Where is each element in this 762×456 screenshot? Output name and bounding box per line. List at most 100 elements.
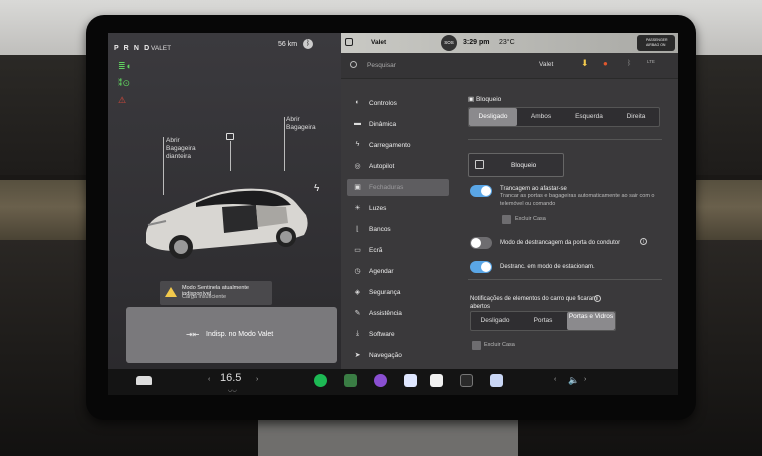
nav-item-agendar[interactable]: ◷ Agendar bbox=[347, 263, 449, 280]
sentry-warning: Modo Sentinela atualmente indisponível C… bbox=[160, 281, 272, 305]
lock-button-label: Bloqueio bbox=[511, 162, 537, 169]
search-input[interactable]: Pesquisar bbox=[367, 62, 396, 69]
nav-item-luzes[interactable]: ☀ Luzes bbox=[347, 200, 449, 217]
energy-app-icon[interactable] bbox=[344, 374, 357, 387]
segment-direita[interactable]: Direita bbox=[613, 108, 659, 126]
volume-icon[interactable]: 🔈 bbox=[568, 375, 579, 386]
driver-door-unlock-toggle[interactable] bbox=[470, 237, 492, 249]
status-bar: Valet SOS 3:29 pm 23°C PASSENGER AIRBAG … bbox=[341, 33, 678, 53]
status-valet: Valet bbox=[371, 39, 387, 46]
notifications-segmented: Desligado Portas Portas e Vidros bbox=[470, 311, 616, 331]
info-icon[interactable]: i bbox=[640, 238, 647, 245]
nav-label: Bancos bbox=[369, 226, 391, 233]
car-icon[interactable] bbox=[136, 376, 152, 385]
nav-label: Software bbox=[369, 331, 395, 338]
speed-limit-sign: SOS bbox=[441, 35, 457, 51]
nav-label: Assistência bbox=[369, 310, 402, 317]
clock: 3:29 pm bbox=[463, 39, 490, 46]
display-icon: ▭ bbox=[354, 247, 361, 254]
notifications-title: Notificações de elementos do carro que f… bbox=[470, 296, 598, 310]
nav-label: Agendar bbox=[369, 268, 394, 275]
driver-door-title: Modo de destrancagem da porta do conduto… bbox=[500, 240, 621, 246]
nav-label: Controlos bbox=[369, 100, 397, 107]
nav-label: Autopilot bbox=[369, 163, 395, 170]
gear-indicator: P R N D bbox=[114, 45, 151, 52]
bluetooth-icon[interactable]: ᛒ bbox=[627, 60, 631, 67]
nav-item-assistencia[interactable]: ✎ Assistência bbox=[347, 305, 449, 322]
outside-temperature: 23°C bbox=[499, 39, 515, 46]
seat-heater-icon[interactable]: ◡◡ bbox=[228, 387, 237, 393]
warning-subtitle: Carga insuficiente bbox=[182, 294, 227, 300]
shield-icon: ◈ bbox=[354, 289, 361, 296]
screen-stand bbox=[258, 415, 518, 456]
segment-desligado[interactable]: Desligado bbox=[469, 108, 517, 126]
media-app-icon[interactable] bbox=[374, 374, 387, 387]
notif-segment-portas[interactable]: Portas bbox=[519, 312, 567, 330]
seatbelt-icon: ⚠ bbox=[118, 95, 127, 105]
front-trunk-label[interactable]: Abrir Bagageira dianteira bbox=[166, 137, 196, 161]
nav-item-fechaduras[interactable]: ▣ Fechaduras bbox=[347, 179, 449, 196]
rear-trunk-label[interactable]: Abrir Bagageira bbox=[286, 116, 316, 132]
nav-item-dinamica[interactable]: ▬ Dinâmica bbox=[347, 116, 449, 133]
alert-icon[interactable]: ● bbox=[603, 59, 608, 68]
temp-up-arrow[interactable]: › bbox=[256, 376, 258, 383]
nav-item-autopilot[interactable]: ◎ Autopilot bbox=[347, 158, 449, 175]
volume-down-arrow[interactable]: ‹ bbox=[554, 376, 556, 383]
nav-item-carregamento[interactable]: ϟ Carregamento bbox=[347, 137, 449, 154]
search-bar: Pesquisar Valet ⬇ ● ᛒ LTE bbox=[341, 53, 678, 79]
unavailable-icon: ⇥⇤ bbox=[186, 330, 200, 339]
info-icon[interactable]: i bbox=[594, 295, 601, 302]
exclude-home-label: Excluir Casa bbox=[515, 216, 546, 222]
exclude-home-checkbox-2[interactable] bbox=[472, 341, 481, 350]
volume-up-arrow[interactable]: › bbox=[584, 376, 586, 383]
lock-icon: ▣ bbox=[468, 96, 476, 103]
nav-item-navegacao[interactable]: ➤ Navegação bbox=[347, 347, 449, 361]
valet-mode-label: Indisp. no Modo Valet bbox=[206, 331, 274, 338]
segment-ambos[interactable]: Ambos bbox=[517, 108, 565, 126]
camera-app-icon[interactable] bbox=[490, 374, 503, 387]
battery-range: 56 km bbox=[278, 41, 298, 48]
nav-label: Luzes bbox=[369, 205, 387, 212]
exclude-home-checkbox[interactable] bbox=[502, 215, 511, 224]
lock-button[interactable]: Bloqueio bbox=[468, 153, 564, 177]
valet-shortcut[interactable]: Valet bbox=[539, 61, 553, 68]
car-icon: ▬ bbox=[354, 120, 361, 127]
notif-segment-portas-vidros[interactable]: Portas e Vidros bbox=[567, 312, 615, 330]
download-icon[interactable]: ⬇ bbox=[581, 58, 589, 69]
download-icon: ⤓ bbox=[355, 330, 360, 337]
lock-icon[interactable] bbox=[345, 38, 353, 46]
phone-app-icon[interactable] bbox=[430, 374, 443, 387]
search-icon bbox=[350, 61, 357, 68]
nav-label: Carregamento bbox=[369, 142, 411, 149]
nav-item-ecra[interactable]: ▭ Ecrã bbox=[347, 242, 449, 259]
bolt-icon: ϟ bbox=[355, 141, 360, 148]
seat-icon: ⌊ bbox=[356, 226, 359, 233]
walk-away-description: Trancar as portas e bagageiras automatic… bbox=[500, 193, 655, 207]
segment-esquerda[interactable]: Esquerda bbox=[565, 108, 613, 126]
cabin-temperature[interactable]: 16.5 bbox=[220, 372, 241, 384]
bottom-dock: ‹ 16.5 ◡◡ › ‹ 🔈 › bbox=[108, 369, 678, 395]
notif-segment-desligado[interactable]: Desligado bbox=[471, 312, 519, 330]
door-lock-icon[interactable] bbox=[226, 133, 234, 140]
nav-label: Ecrã bbox=[369, 247, 383, 254]
nav-item-bancos[interactable]: ⌊ Bancos bbox=[347, 221, 449, 238]
spotify-icon[interactable] bbox=[314, 374, 327, 387]
nav-item-seguranca[interactable]: ◈ Segurança bbox=[347, 284, 449, 301]
nav-item-software[interactable]: ⤓ Software bbox=[347, 326, 449, 343]
calendar-app-icon[interactable] bbox=[404, 374, 417, 387]
valet-mode-button[interactable]: ⇥⇤ Indisp. no Modo Valet bbox=[126, 307, 337, 363]
clock-icon: ◷ bbox=[354, 268, 361, 275]
navigation-icon: ➤ bbox=[354, 352, 361, 359]
nav-item-controlos[interactable]: ◐ Controlos bbox=[347, 95, 449, 112]
lock-title-text: Bloqueio bbox=[475, 96, 502, 103]
walk-away-lock-toggle[interactable] bbox=[470, 185, 492, 197]
lock-section-title: ▣ Bloqueio bbox=[468, 95, 501, 103]
park-unlock-toggle[interactable] bbox=[470, 261, 492, 273]
walk-away-title: Trancagem ao afastar-se bbox=[500, 186, 567, 192]
nav-label: Fechaduras bbox=[369, 184, 404, 191]
divider bbox=[468, 279, 662, 280]
wrench-icon: ✎ bbox=[354, 310, 361, 317]
more-apps-icon[interactable] bbox=[460, 374, 473, 387]
headlight-icon: ≣◖ bbox=[118, 61, 131, 71]
temp-down-arrow[interactable]: ‹ bbox=[208, 376, 210, 383]
